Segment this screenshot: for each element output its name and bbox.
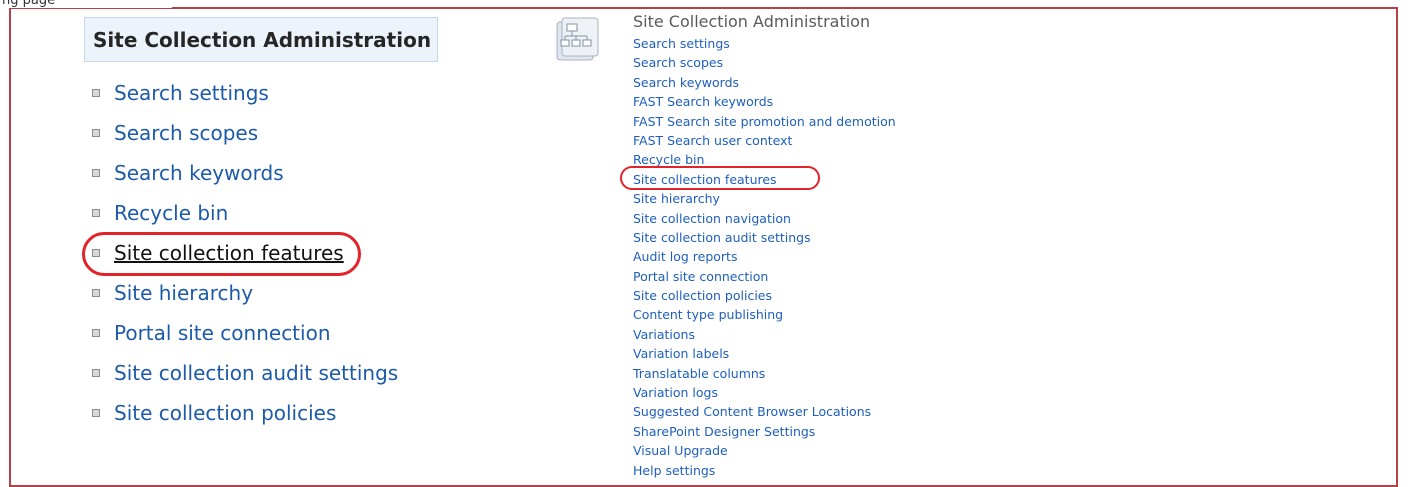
link-site-collection-audit-settings[interactable]: Site collection audit settings <box>114 361 398 385</box>
left-item-portal-site-connection[interactable]: Portal site connection <box>92 313 398 353</box>
right-link[interactable]: FAST Search user context <box>633 131 896 150</box>
right-link[interactable]: Site collection policies <box>633 286 896 305</box>
left-item-recycle-bin[interactable]: Recycle bin <box>92 193 398 233</box>
bullet-icon <box>92 409 100 417</box>
right-link[interactable]: Site collection navigation <box>633 209 896 228</box>
right-link[interactable]: Help settings <box>633 461 896 480</box>
bullet-icon <box>92 329 100 337</box>
left-item-search-scopes[interactable]: Search scopes <box>92 113 398 153</box>
highlight-circle-right <box>620 166 820 190</box>
right-link[interactable]: Portal site connection <box>633 267 896 286</box>
bullet-icon <box>92 209 100 217</box>
bullet-icon <box>92 169 100 177</box>
left-item-search-settings[interactable]: Search settings <box>92 73 398 113</box>
right-link[interactable]: Audit log reports <box>633 247 896 266</box>
right-link[interactable]: SharePoint Designer Settings <box>633 422 896 441</box>
right-link[interactable]: Search scopes <box>633 53 896 72</box>
link-recycle-bin[interactable]: Recycle bin <box>114 201 228 225</box>
right-link[interactable]: Variation labels <box>633 344 896 363</box>
link-site-hierarchy[interactable]: Site hierarchy <box>114 281 253 305</box>
bullet-icon <box>92 89 100 97</box>
link-site-collection-policies[interactable]: Site collection policies <box>114 401 336 425</box>
link-portal-site-connection[interactable]: Portal site connection <box>114 321 331 345</box>
left-item-site-collection-policies[interactable]: Site collection policies <box>92 393 398 433</box>
right-link[interactable]: Site hierarchy <box>633 189 896 208</box>
bullet-icon <box>92 289 100 297</box>
right-link[interactable]: FAST Search site promotion and demotion <box>633 112 896 131</box>
link-search-keywords[interactable]: Search keywords <box>114 161 284 185</box>
right-panel-title: Site Collection Administration <box>633 12 871 31</box>
page-fragment-text: ng page <box>0 0 172 8</box>
right-link[interactable]: Translatable columns <box>633 364 896 383</box>
right-link[interactable]: Site collection audit settings <box>633 228 896 247</box>
right-link[interactable]: Visual Upgrade <box>633 441 896 460</box>
left-item-site-collection-audit-settings[interactable]: Site collection audit settings <box>92 353 398 393</box>
site-collection-icon <box>553 16 613 64</box>
right-link-list: Search settings Search scopes Search key… <box>633 34 896 480</box>
left-item-site-hierarchy[interactable]: Site hierarchy <box>92 273 398 313</box>
right-link[interactable]: Suggested Content Browser Locations <box>633 402 896 421</box>
link-search-settings[interactable]: Search settings <box>114 81 269 105</box>
right-link[interactable]: Search settings <box>633 34 896 53</box>
highlight-circle-left <box>82 232 361 276</box>
right-link[interactable]: FAST Search keywords <box>633 92 896 111</box>
bullet-icon <box>92 369 100 377</box>
left-item-search-keywords[interactable]: Search keywords <box>92 153 398 193</box>
right-link[interactable]: Variations <box>633 325 896 344</box>
right-link[interactable]: Variation logs <box>633 383 896 402</box>
left-panel-header: Site Collection Administration <box>84 17 438 62</box>
right-link[interactable]: Search keywords <box>633 73 896 92</box>
bullet-icon <box>92 129 100 137</box>
link-search-scopes[interactable]: Search scopes <box>114 121 258 145</box>
right-link[interactable]: Content type publishing <box>633 305 896 324</box>
